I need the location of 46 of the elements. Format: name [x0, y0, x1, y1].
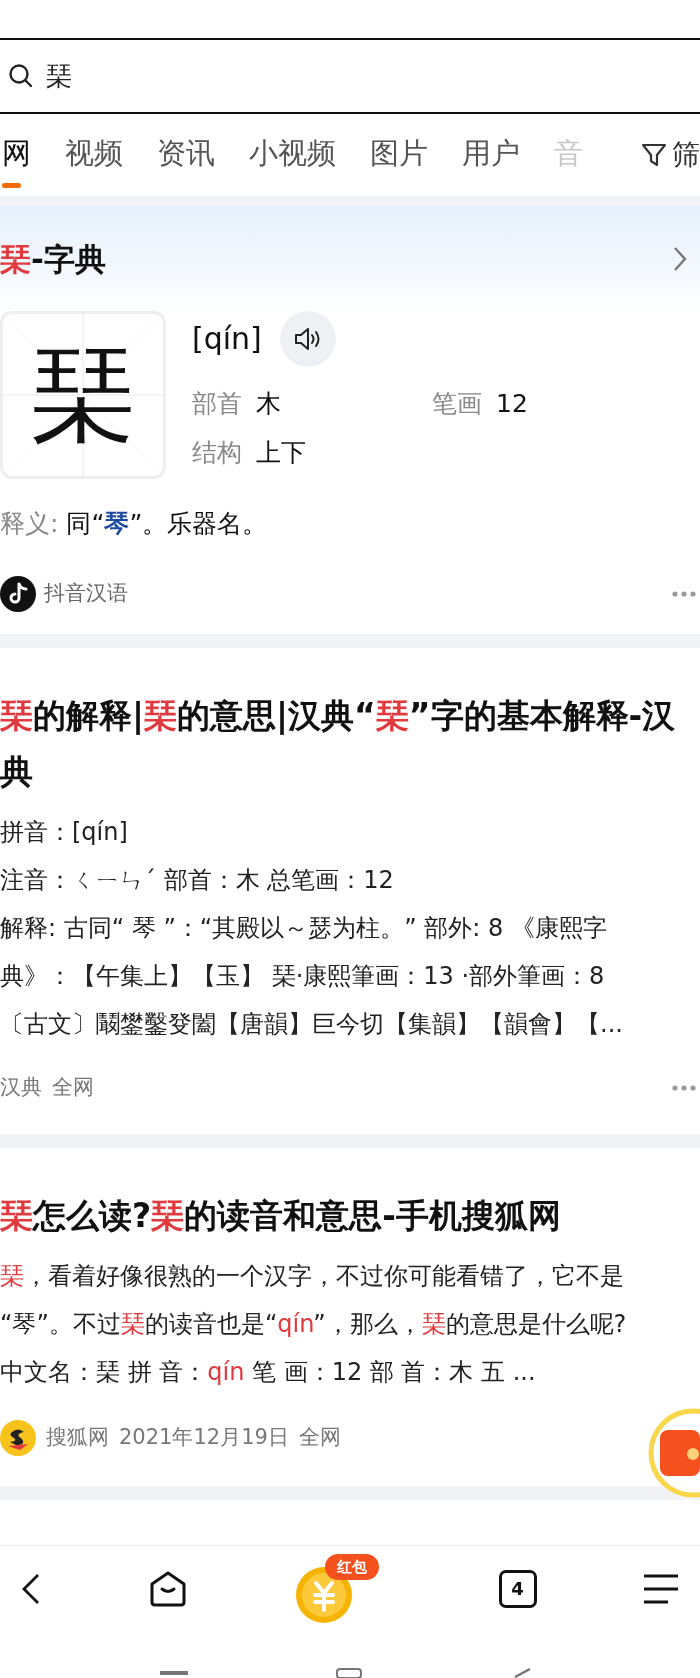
- result-title[interactable]: 琹怎么读?琹的读音和意思-手机搜狐网: [0, 1187, 690, 1244]
- filter-icon: [640, 141, 668, 169]
- tab[interactable]: 小视频: [249, 122, 336, 188]
- source-name[interactable]: 抖音汉语: [44, 578, 128, 610]
- pinyin: [qín]: [192, 320, 262, 358]
- tab[interactable]: 用户: [462, 122, 520, 188]
- snippet-line: “琴”。不过琹的读音也是“qín”，那么，琹的意思是什么呢?: [0, 1308, 628, 1340]
- character-link[interactable]: 琴: [104, 508, 130, 538]
- meaning-text: 同“琴”。乐器名。: [66, 507, 268, 540]
- source-name[interactable]: 汉典: [0, 1072, 42, 1104]
- scope-label: 全网: [298, 1423, 341, 1451]
- tab[interactable]: 资讯: [157, 122, 215, 188]
- more-icon[interactable]: [672, 591, 696, 597]
- snippet-line: 注音：ㄑㄧㄣˊ 部首：木 总笔画：12: [0, 865, 395, 896]
- tab[interactable]: 视频: [65, 122, 123, 188]
- fox-logo-icon: [0, 1419, 36, 1456]
- character-tile: 琹: [0, 310, 166, 479]
- back-icon[interactable]: [20, 1571, 42, 1606]
- scope-label: 全网: [52, 1074, 94, 1101]
- more-icon[interactable]: [672, 1084, 696, 1091]
- search-icon: [8, 63, 34, 89]
- tab[interactable]: 图片: [370, 122, 428, 188]
- snippet-line: 中文名：琹 拼 音：qín 笔 画：12 部 首：木 五 ...: [0, 1356, 537, 1388]
- field-value: 木: [256, 387, 281, 420]
- gift-packet-icon[interactable]: [648, 1408, 700, 1498]
- field-value: 上下: [256, 437, 306, 469]
- result-title[interactable]: 琹的解释|琹的意思|汉典“琹”字的基本解释-汉典: [0, 688, 690, 800]
- field-label: 笔画: [432, 387, 482, 420]
- card-title[interactable]: 琹-字典: [0, 236, 106, 283]
- field-label: 结构: [192, 437, 242, 469]
- snippet-line: 拼音：[qín]: [0, 817, 129, 848]
- music-note-logo-icon: [0, 576, 36, 612]
- date: 2021年12月19日: [119, 1423, 289, 1451]
- snippet-line: 〔古文〕鬫鐢鑿癹闔【唐韻】巨今切【集韻】【韻會】【...: [0, 1009, 624, 1040]
- snippet-line: 琹，看着好像很熟的一个汉字，不过你可能看错了，它不是: [0, 1260, 625, 1292]
- gift-packet-badge: 红包: [325, 1553, 379, 1580]
- source-name[interactable]: 搜狐网: [46, 1421, 109, 1454]
- tabs-count-button[interactable]: 4: [498, 1569, 537, 1608]
- search-field[interactable]: 琹: [0, 38, 700, 114]
- snippet-line: 解释: 古同“ 琴 ”：“其殿以～瑟为柱。” 部外: 8 《康熙字: [0, 913, 608, 944]
- snippet-line: 典》：【午集上】【玉】 琹·康熙筆画：13 ·部外筆画：8: [0, 961, 606, 992]
- field-value: 12: [496, 387, 528, 420]
- field-label: 部首: [192, 387, 242, 420]
- tab[interactable]: 网: [2, 122, 31, 188]
- meaning-label: 释义:: [0, 507, 59, 540]
- menu-icon[interactable]: [642, 1572, 680, 1605]
